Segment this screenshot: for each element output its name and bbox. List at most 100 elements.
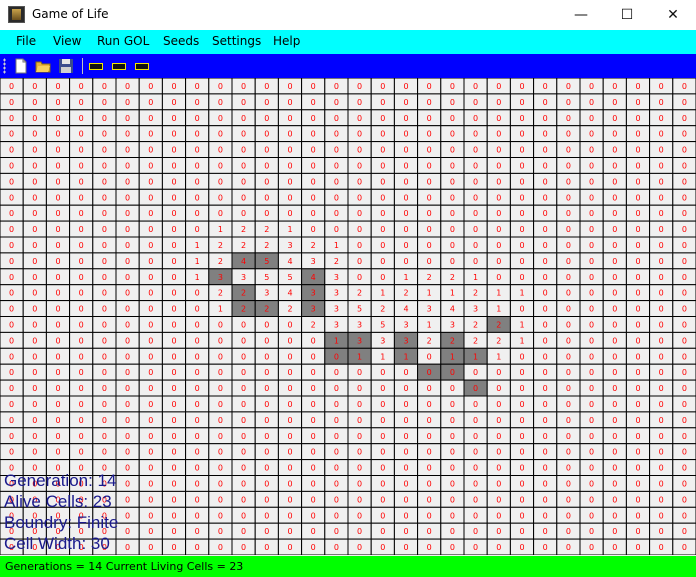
neighbor-count: 0 — [264, 209, 269, 218]
neighbor-count: 0 — [566, 98, 571, 107]
neighbor-count: 0 — [218, 130, 223, 139]
neighbor-count: 0 — [334, 543, 339, 552]
neighbor-count: 0 — [566, 289, 571, 298]
maximize-button[interactable]: ☐ — [604, 0, 650, 30]
neighbor-count: 0 — [496, 177, 501, 186]
neighbor-count: 0 — [659, 130, 664, 139]
menu-seeds[interactable]: Seeds — [163, 34, 199, 48]
neighbor-count: 0 — [55, 368, 60, 377]
neighbor-count: 0 — [264, 352, 269, 361]
neighbor-count: 0 — [195, 98, 200, 107]
neighbor-count: 0 — [612, 177, 617, 186]
neighbor-count: 0 — [380, 432, 385, 441]
neighbor-count: 0 — [102, 241, 107, 250]
neighbor-count: 0 — [450, 384, 455, 393]
neighbor-count: 0 — [32, 384, 37, 393]
pause-badge-icon[interactable] — [112, 63, 126, 70]
neighbor-count: 0 — [659, 511, 664, 520]
neighbor-count: 0 — [682, 193, 687, 202]
neighbor-count: 0 — [218, 98, 223, 107]
neighbor-count: 0 — [380, 146, 385, 155]
neighbor-count: 0 — [334, 98, 339, 107]
close-button[interactable]: ✕ — [650, 0, 696, 30]
neighbor-count: 0 — [589, 146, 594, 155]
neighbor-count: 0 — [264, 177, 269, 186]
next-badge-icon[interactable] — [135, 63, 149, 70]
minimize-button[interactable]: — — [558, 0, 604, 30]
neighbor-count: 0 — [148, 193, 153, 202]
neighbor-count: 0 — [519, 193, 524, 202]
neighbor-count: 0 — [148, 273, 153, 282]
neighbor-count: 0 — [403, 225, 408, 234]
neighbor-count: 0 — [334, 464, 339, 473]
neighbor-count: 0 — [79, 114, 84, 123]
neighbor-count: 0 — [241, 416, 246, 425]
neighbor-count: 0 — [241, 177, 246, 186]
neighbor-count: 0 — [450, 241, 455, 250]
neighbor-count: 0 — [287, 209, 292, 218]
neighbor-count: 0 — [9, 241, 14, 250]
neighbor-count: 0 — [55, 225, 60, 234]
neighbor-count: 4 — [311, 273, 316, 282]
neighbor-count: 0 — [218, 495, 223, 504]
neighbor-count: 0 — [241, 320, 246, 329]
menu-view[interactable]: View — [53, 34, 81, 48]
play-badge-icon[interactable] — [89, 63, 103, 70]
neighbor-count: 0 — [635, 511, 640, 520]
neighbor-count: 0 — [125, 130, 130, 139]
neighbor-count: 0 — [566, 82, 571, 91]
neighbor-count: 0 — [32, 400, 37, 409]
new-file-icon[interactable] — [13, 58, 29, 74]
neighbor-count: 3 — [334, 320, 339, 329]
toolbar-grip[interactable] — [3, 58, 6, 74]
neighbor-count: 0 — [311, 146, 316, 155]
menu-settings[interactable]: Settings — [212, 34, 261, 48]
neighbor-count: 0 — [635, 241, 640, 250]
neighbor-count: 0 — [55, 448, 60, 457]
neighbor-count: 0 — [403, 130, 408, 139]
neighbor-count: 0 — [682, 336, 687, 345]
neighbor-count: 0 — [496, 479, 501, 488]
neighbor-count: 0 — [566, 320, 571, 329]
neighbor-count: 0 — [403, 511, 408, 520]
neighbor-count: 2 — [403, 289, 408, 298]
neighbor-count: 0 — [9, 416, 14, 425]
neighbor-count: 0 — [403, 368, 408, 377]
neighbor-count: 2 — [287, 305, 292, 314]
menu-run-gol[interactable]: Run GOL — [97, 34, 149, 48]
neighbor-count: 0 — [171, 432, 176, 441]
neighbor-count: 5 — [287, 273, 292, 282]
save-disk-icon[interactable] — [58, 58, 74, 74]
neighbor-count: 0 — [195, 511, 200, 520]
neighbor-count: 0 — [334, 82, 339, 91]
neighbor-count: 0 — [380, 448, 385, 457]
open-folder-icon[interactable] — [35, 58, 51, 74]
neighbor-count: 0 — [148, 336, 153, 345]
neighbor-count: 0 — [635, 432, 640, 441]
neighbor-count: 3 — [241, 273, 246, 282]
neighbor-count: 0 — [496, 241, 501, 250]
neighbor-count: 0 — [589, 177, 594, 186]
neighbor-count: 0 — [79, 225, 84, 234]
neighbor-count: 0 — [125, 416, 130, 425]
neighbor-count: 0 — [566, 464, 571, 473]
neighbor-count: 0 — [357, 543, 362, 552]
neighbor-count: 0 — [357, 193, 362, 202]
neighbor-count: 0 — [148, 416, 153, 425]
neighbor-count: 0 — [589, 464, 594, 473]
neighbor-count: 0 — [32, 130, 37, 139]
neighbor-count: 0 — [311, 193, 316, 202]
neighbor-count: 0 — [287, 98, 292, 107]
neighbor-count: 0 — [635, 384, 640, 393]
neighbor-count: 0 — [496, 273, 501, 282]
menu-file[interactable]: File — [16, 34, 36, 48]
neighbor-count: 0 — [543, 273, 548, 282]
neighbor-count: 0 — [635, 352, 640, 361]
menu-help[interactable]: Help — [273, 34, 300, 48]
neighbor-count: 0 — [519, 368, 524, 377]
neighbor-count: 0 — [566, 495, 571, 504]
neighbor-count: 0 — [589, 98, 594, 107]
neighbor-count: 0 — [195, 320, 200, 329]
neighbor-count: 0 — [635, 82, 640, 91]
neighbor-count: 1 — [357, 352, 362, 361]
